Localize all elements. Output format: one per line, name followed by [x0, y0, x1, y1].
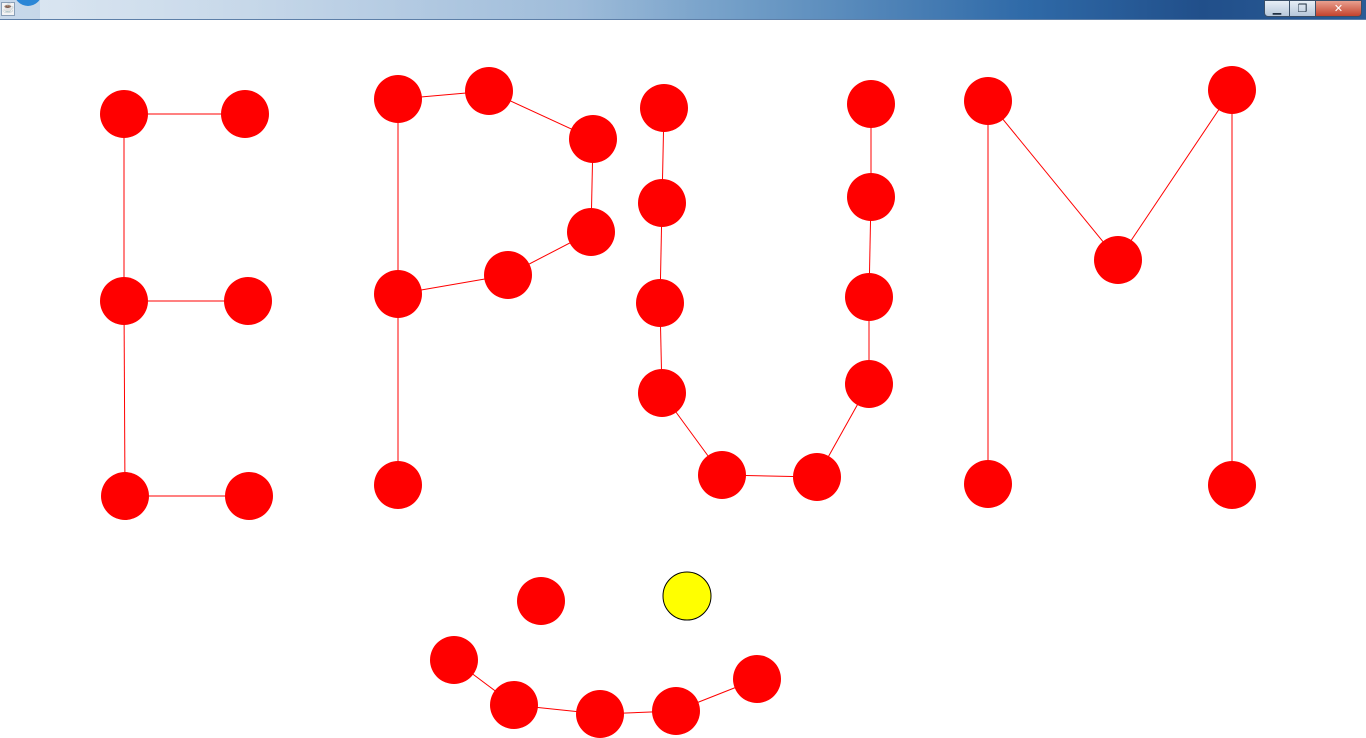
graph-node[interactable]	[374, 75, 422, 123]
graph-node[interactable]	[576, 690, 624, 738]
graph-node[interactable]	[640, 84, 688, 132]
graph-node[interactable]	[374, 461, 422, 509]
graph-node[interactable]	[733, 655, 781, 703]
graph-node[interactable]	[1208, 461, 1256, 509]
graph-node[interactable]	[1094, 236, 1142, 284]
graph-node[interactable]	[638, 369, 686, 417]
graph-nodes	[100, 66, 1256, 738]
graph-node[interactable]	[1208, 66, 1256, 114]
graph-node[interactable]	[517, 577, 565, 625]
selected-node[interactable]	[662, 571, 712, 621]
graph-node[interactable]	[567, 208, 615, 256]
graph-node[interactable]	[847, 173, 895, 221]
graph-node[interactable]	[845, 273, 893, 321]
start-orb-fragment	[14, 0, 42, 6]
titlebar-glare	[40, 0, 700, 19]
graph-node[interactable]	[225, 472, 273, 520]
graph-edge	[987, 100, 1119, 261]
maximize-button[interactable]: ❐	[1290, 0, 1316, 17]
graph-node[interactable]	[636, 279, 684, 327]
graph-node[interactable]	[638, 179, 686, 227]
close-button[interactable]: ✕	[1316, 0, 1362, 17]
graph-node[interactable]	[793, 453, 841, 501]
graph-node[interactable]	[101, 472, 149, 520]
graph-canvas[interactable]	[0, 20, 1366, 738]
graph-edge	[123, 300, 126, 497]
graph-node[interactable]	[221, 90, 269, 138]
graph-node[interactable]	[698, 451, 746, 499]
graph-node[interactable]	[374, 270, 422, 318]
java-app-icon[interactable]: ☕	[1, 2, 15, 16]
graph-node[interactable]	[847, 80, 895, 128]
graph-node[interactable]	[484, 251, 532, 299]
graph-node[interactable]	[224, 277, 272, 325]
graph-node[interactable]	[100, 277, 148, 325]
graph-node[interactable]	[490, 681, 538, 729]
window-controls: ▁ ❐ ✕	[1264, 0, 1362, 17]
graph-node[interactable]	[465, 67, 513, 115]
graph-node[interactable]	[652, 687, 700, 735]
graph-node[interactable]	[964, 77, 1012, 125]
graph-edge	[1117, 89, 1233, 261]
graph-node[interactable]	[569, 115, 617, 163]
minimize-button[interactable]: ▁	[1264, 0, 1290, 17]
graph-node[interactable]	[845, 360, 893, 408]
graph-node[interactable]	[100, 90, 148, 138]
window-titlebar[interactable]: ☕ ▁ ❐ ✕	[0, 0, 1366, 20]
graph-node[interactable]	[964, 460, 1012, 508]
graph-node[interactable]	[430, 636, 478, 684]
